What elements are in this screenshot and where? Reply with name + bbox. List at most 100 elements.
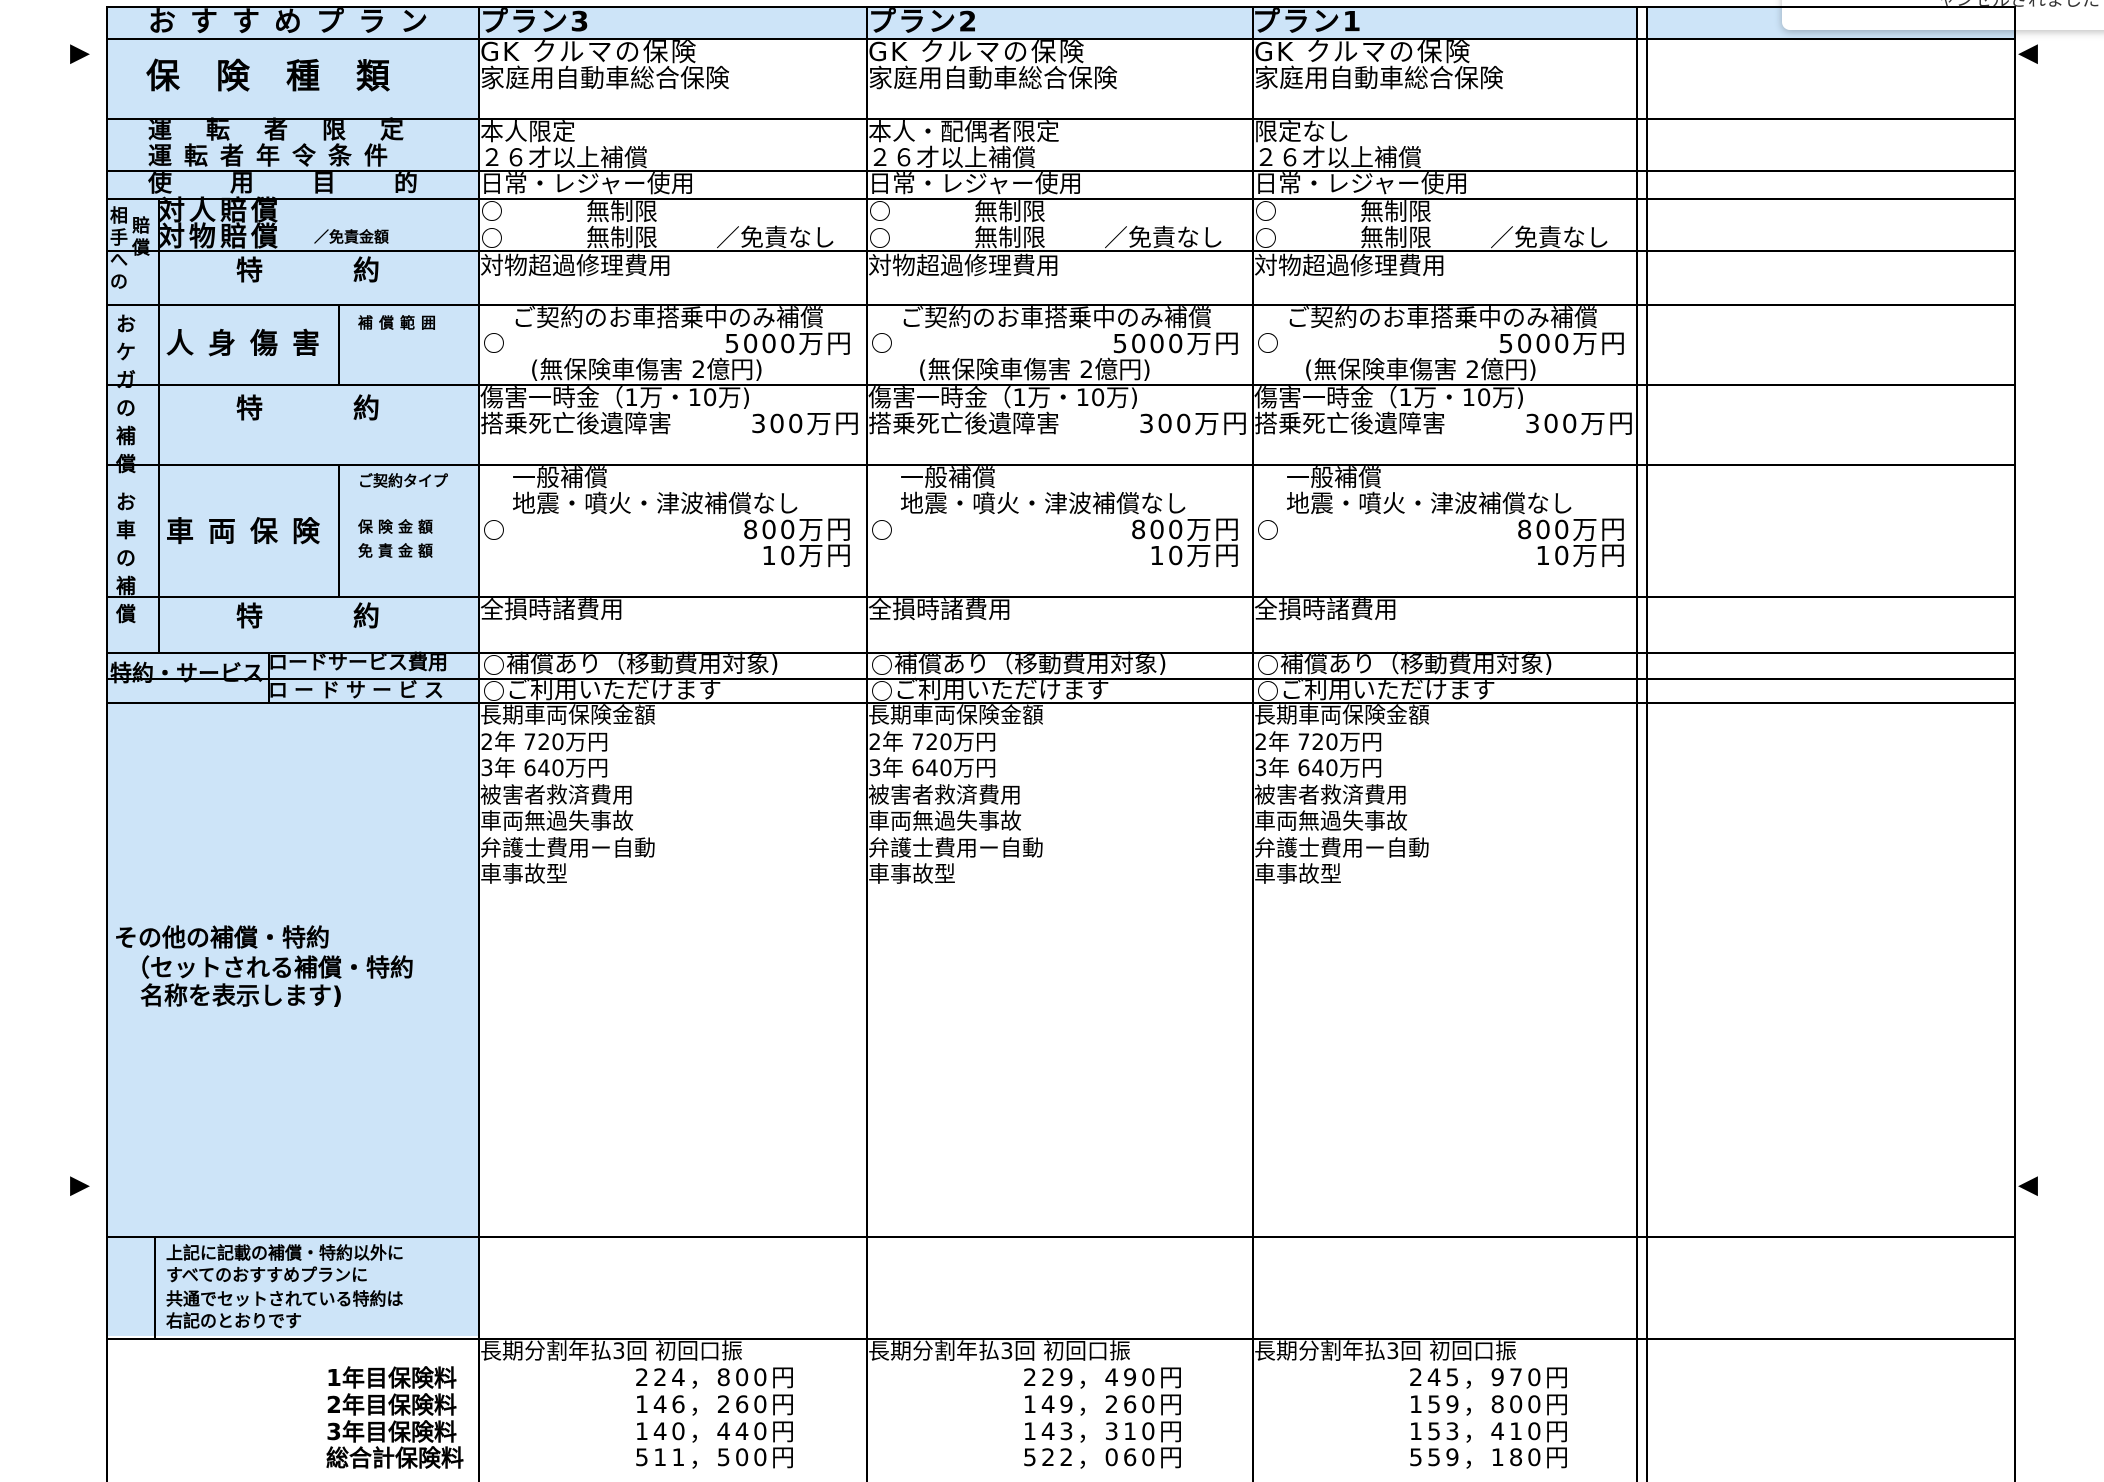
vehicle-radio[interactable] bbox=[872, 520, 892, 540]
insurance-type-1: GK クルマの保険 bbox=[480, 38, 699, 68]
other-coverage-label-1: その他の補償・特約 bbox=[114, 924, 330, 952]
injury-scope-value: ご契約のお車搭乗中のみ補償 bbox=[1286, 304, 1598, 332]
road-service-label: ロードサービス bbox=[268, 678, 450, 702]
bodily-radio[interactable] bbox=[870, 201, 890, 221]
premium-total: 511，500円 bbox=[634, 1444, 798, 1472]
premium-year1: 245，970円 bbox=[1408, 1364, 1572, 1392]
bodily-radio[interactable] bbox=[1256, 201, 1276, 221]
vehicle-quake-value: 地震・噴火・津波補償なし bbox=[900, 490, 1188, 518]
road-service-value: ご利用いただけます bbox=[506, 676, 722, 704]
road-service-value: ご利用いただけます bbox=[1280, 676, 1496, 704]
road-service-radio[interactable] bbox=[872, 681, 892, 701]
driver-age-label: 運転者年令条件 bbox=[148, 142, 400, 170]
road-fee-value: 補償あり（移動費用対象) bbox=[506, 650, 780, 678]
notification-toast[interactable]: ャンセルされました bbox=[1782, 0, 2104, 30]
property-deductible-value: ／免責なし bbox=[1104, 224, 1224, 252]
other-coverage-item: 2年 720万円 bbox=[480, 730, 609, 756]
vehicle-radio[interactable] bbox=[484, 520, 504, 540]
coverage-scope-label: 補償範囲 bbox=[358, 314, 443, 332]
insurance-type-2: 家庭用自動車総合保険 bbox=[868, 64, 1119, 93]
property-liability-label: 対物賠償 bbox=[158, 222, 282, 253]
opponent-special-value: 対物超過修理費用 bbox=[868, 252, 1060, 280]
injury-special-1: 傷害一時金（1万・10万) bbox=[480, 384, 752, 412]
vehicle-quake-value: 地震・噴火・津波補償なし bbox=[512, 490, 800, 518]
road-fee-radio[interactable] bbox=[484, 655, 504, 675]
road-service-radio[interactable] bbox=[484, 681, 504, 701]
vehicle-amount-value: 800万円 bbox=[1130, 516, 1242, 546]
insurance-type-2: 家庭用自動車総合保険 bbox=[1254, 64, 1505, 93]
other-coverage-item: 3年 640万円 bbox=[868, 757, 997, 782]
other-coverage-item: 被害者救済費用 bbox=[1254, 783, 1409, 809]
road-fee-radio[interactable] bbox=[872, 655, 892, 675]
vehicle-radio[interactable] bbox=[1258, 520, 1278, 540]
vehicle-type-value: 一般補償 bbox=[900, 464, 996, 492]
grid-line bbox=[106, 198, 2014, 200]
deductible-amount-label: 免責金額 bbox=[358, 542, 439, 560]
injury-radio[interactable] bbox=[484, 333, 504, 353]
injury-amount-value: 5000万円 bbox=[1111, 330, 1242, 360]
other-coverage-item: 2年 720万円 bbox=[868, 730, 997, 756]
grid-line bbox=[106, 1236, 2014, 1238]
other-coverage-item: 車事故型 bbox=[480, 863, 569, 888]
injury-amount-value: 5000万円 bbox=[723, 330, 854, 360]
grid-line bbox=[158, 596, 478, 598]
property-radio[interactable] bbox=[870, 228, 890, 248]
premium-year2: 146，260円 bbox=[634, 1391, 798, 1419]
vehicle-deductible-value: 10万円 bbox=[760, 542, 854, 572]
vehicle-deductible-value: 10万円 bbox=[1534, 542, 1628, 572]
payment-method: 長期分割年払3回 初回口振 bbox=[480, 1340, 743, 1365]
insurance-type-label: 保険種類 bbox=[146, 57, 426, 97]
insurance-type-2: 家庭用自動車総合保険 bbox=[480, 64, 731, 93]
opponent-special-label: 特約 bbox=[236, 256, 470, 287]
injury-special-2: 搭乗死亡後遺障害 bbox=[480, 410, 672, 438]
other-coverage-item: 弁護士費用ー自動 bbox=[868, 836, 1045, 862]
premium-year3: 153，410円 bbox=[1408, 1418, 1572, 1446]
insurance-type-1: GK クルマの保険 bbox=[1254, 38, 1473, 68]
opponent-side-label: 相手への bbox=[110, 206, 128, 293]
other-coverage-label-2: （セットされる補償・特約 bbox=[126, 954, 414, 982]
common-note-1: 上記に記載の補償・特約以外に bbox=[166, 1244, 404, 1264]
bodily-radio[interactable] bbox=[482, 201, 502, 221]
injury-special-2-amount: 300万円 bbox=[750, 410, 862, 440]
common-note-4: 右記のとおりです bbox=[166, 1312, 302, 1332]
injury-amount-value: 5000万円 bbox=[1497, 330, 1628, 360]
injury-radio[interactable] bbox=[872, 333, 892, 353]
property-radio[interactable] bbox=[1256, 228, 1276, 248]
property-value: 無制限 bbox=[974, 224, 1046, 252]
injury-note-value: (無保険車傷害 2億円) bbox=[530, 356, 764, 384]
bodily-value: 無制限 bbox=[1360, 198, 1432, 226]
driver-age-value: ２６才以上補償 bbox=[1254, 144, 1422, 172]
other-coverage-item: 2年 720万円 bbox=[1254, 730, 1383, 756]
property-radio[interactable] bbox=[482, 228, 502, 248]
property-value: 無制限 bbox=[1360, 224, 1432, 252]
injury-scope-value: ご契約のお車搭乗中のみ補償 bbox=[900, 304, 1212, 332]
road-service-fee-label: ロードサービス費用 bbox=[268, 650, 448, 674]
road-fee-radio[interactable] bbox=[1258, 655, 1278, 675]
grid-line bbox=[158, 304, 160, 652]
injury-scope-value: ご契約のお車搭乗中のみ補償 bbox=[512, 304, 824, 332]
car-side-label: お車の補償 bbox=[116, 490, 136, 626]
premium-year2: 149，260円 bbox=[1022, 1391, 1186, 1419]
premium-year1: 224，800円 bbox=[634, 1364, 798, 1392]
other-coverage-item: 3年 640万円 bbox=[480, 757, 609, 782]
insured-amount-label: 保険金額 bbox=[358, 518, 439, 536]
vehicle-special-value: 全損時諸費用 bbox=[480, 596, 624, 624]
grid-line bbox=[2014, 6, 2016, 1482]
row-marker-left-top: ▶ bbox=[70, 38, 90, 68]
plan-header-2: プラン2 bbox=[868, 5, 980, 38]
other-coverage-item: 長期車両保険金額 bbox=[868, 704, 1045, 729]
common-note-3: 共通でセットされている特約は bbox=[166, 1290, 404, 1310]
injury-radio[interactable] bbox=[1258, 333, 1278, 353]
insurance-type-1: GK クルマの保険 bbox=[868, 38, 1087, 68]
grid-line bbox=[338, 304, 340, 384]
use-purpose-value: 日常・レジャー使用 bbox=[480, 170, 695, 198]
other-coverage-item: 車両無過失事故 bbox=[480, 810, 635, 835]
premium-year2-label: 2年目保険料 bbox=[326, 1393, 458, 1419]
payment-method: 長期分割年払3回 初回口振 bbox=[1254, 1340, 1517, 1365]
other-coverage-item: 被害者救済費用 bbox=[868, 783, 1023, 809]
vehicle-special-value: 全損時諸費用 bbox=[1254, 596, 1398, 624]
vehicle-amount-value: 800万円 bbox=[742, 516, 854, 546]
other-coverage-item: 3年 640万円 bbox=[1254, 757, 1383, 782]
property-deductible-value: ／免責なし bbox=[1490, 224, 1610, 252]
road-service-radio[interactable] bbox=[1258, 681, 1278, 701]
